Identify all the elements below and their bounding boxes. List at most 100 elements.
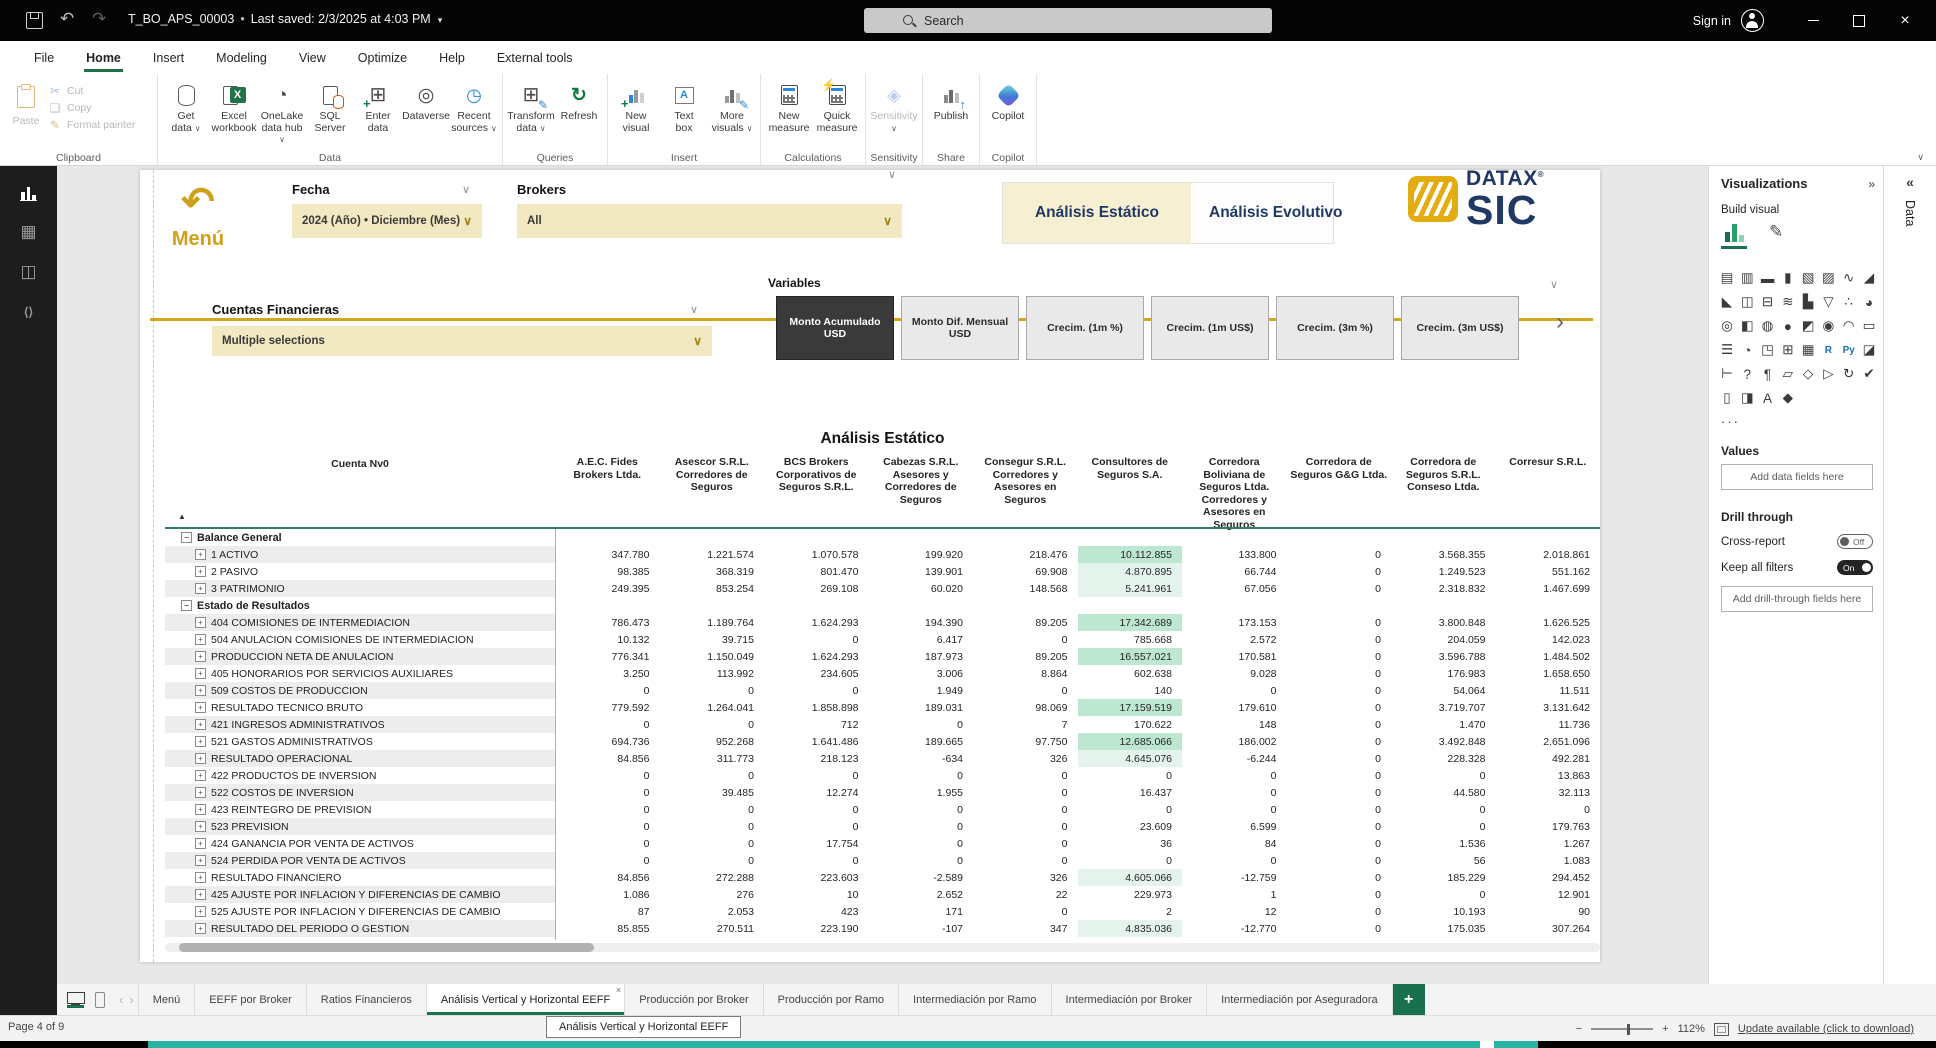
page-tab-6[interactable]: Producción por Ramo [764, 984, 899, 1015]
cuentas-dropdown[interactable]: Multiple selections∨ [212, 326, 712, 356]
brokers-section-caret-icon[interactable]: ∨ [888, 168, 896, 181]
expand-icon[interactable]: + [195, 872, 206, 883]
area-chart-icon[interactable]: ◢ [1859, 266, 1879, 290]
table-row[interactable]: +405 HONORARIOS POR SERVICIOS AUXILIARES… [165, 665, 1600, 682]
page-tab-1[interactable]: Menú [138, 984, 196, 1015]
close-button[interactable]: × [1882, 0, 1928, 41]
variable-button-2[interactable]: Monto Dif. Mensual USD [901, 296, 1019, 360]
column-header[interactable]: Consultores de Seguros S.A. [1078, 454, 1183, 533]
stacked-bar-chart-icon[interactable]: ▤ [1717, 266, 1737, 290]
expand-icon[interactable]: + [195, 736, 206, 747]
column-header[interactable]: A.E.C. Fides Brokers Ltda. [555, 454, 660, 533]
expand-icon[interactable]: + [195, 821, 206, 832]
cut-button[interactable]: ✂Cut [48, 84, 135, 98]
more-visuals-button[interactable]: ✎Morevisuals ∨ [708, 76, 756, 134]
table-row[interactable]: +423 REINTEGRO DE PREVISION0000000000 [165, 801, 1600, 818]
row-label[interactable]: +504 ANULACION COMISIONES DE INTERMEDIAC… [165, 631, 555, 648]
custom-visual-icon[interactable]: ◆ [1778, 386, 1798, 410]
row-label[interactable]: +RESULTADO TECNICO BRUTO [165, 699, 555, 716]
ribbon-chart-icon[interactable]: ≋ [1778, 290, 1798, 314]
zoom-level[interactable]: 112% [1678, 1023, 1705, 1035]
table-row[interactable]: +2 PASIVO98.385368.319801.470139.90169.9… [165, 563, 1600, 580]
expand-icon[interactable]: + [195, 838, 206, 849]
dax-query-view-icon[interactable]: ⟨⟩ [0, 292, 57, 332]
expand-icon[interactable]: + [195, 634, 206, 645]
expand-icon[interactable]: + [195, 855, 206, 866]
desktop-layout-icon[interactable] [67, 992, 85, 1008]
mobile-layout-icon[interactable] [95, 992, 105, 1008]
expand-icon[interactable]: + [195, 549, 206, 560]
row-label[interactable]: +424 GANANCIA POR VENTA DE ACTIVOS [165, 835, 555, 852]
slicer-icon[interactable]: ◳ [1758, 338, 1778, 362]
treemap-icon[interactable]: ◧ [1737, 314, 1757, 338]
expand-icon[interactable]: + [195, 668, 206, 679]
gauge-icon[interactable]: ◠ [1839, 314, 1859, 338]
menu-tab-insert[interactable]: Insert [137, 41, 200, 74]
kpi-icon[interactable]: ◔ [1737, 338, 1757, 362]
table-row[interactable]: −Estado de Resultados [165, 597, 1600, 614]
column-header[interactable]: Cabezas S.R.L. Asesores y Corredores de … [869, 454, 974, 533]
row-label[interactable]: +522 COSTOS DE INVERSION [165, 784, 555, 801]
row-label[interactable]: +404 COMISIONES DE INTERMEDIACION [165, 614, 555, 631]
row-label[interactable]: +RESULTADO FINANCIERO [165, 869, 555, 886]
fit-to-page-icon[interactable] [1714, 1023, 1729, 1036]
row-label[interactable]: +RESULTADO DEL PERIODO O GESTION [165, 920, 555, 937]
close-tab-icon[interactable]: × [616, 985, 621, 995]
row-label[interactable]: +421 INGRESOS ADMINISTRATIVOS [165, 716, 555, 733]
row-label[interactable]: −Estado de Resultados [165, 597, 555, 614]
prev-page-icon[interactable]: ‹ [119, 992, 123, 1007]
page-tab-3[interactable]: Ratios Financieros [307, 984, 427, 1015]
line-clustered-column-chart-icon[interactable]: ⊟ [1758, 290, 1778, 314]
table-row[interactable]: −Balance General [165, 529, 1600, 546]
get-data-button[interactable]: Getdata ∨ [162, 76, 210, 134]
table-row[interactable]: +425 AJUSTE POR INFLACION Y DIFERENCIAS … [165, 886, 1600, 903]
variable-button-3[interactable]: Crecim. (1m %) [1026, 296, 1144, 360]
account-avatar-icon[interactable] [1741, 9, 1764, 32]
variable-button-6[interactable]: Crecim. (3m US$) [1401, 296, 1519, 360]
sql-server-button[interactable]: SQLServer [306, 76, 354, 134]
row-label[interactable]: +524 PERDIDA POR VENTA DE ACTIVOS [165, 852, 555, 869]
cuentas-section-caret-icon[interactable]: ∨ [690, 303, 698, 316]
page-tab-4[interactable]: Análisis Vertical y Horizontal EEFF× [427, 984, 625, 1015]
table-view-icon[interactable]: ▦ [0, 212, 57, 252]
zoom-slider[interactable] [1591, 1028, 1653, 1029]
sign-in-button[interactable]: Sign in [1693, 14, 1731, 28]
variables-next-icon[interactable]: › [1556, 308, 1564, 336]
column-header[interactable]: BCS Brokers Corporativos de Seguros S.R.… [764, 454, 869, 533]
decomposition-tree-icon[interactable]: ⊢ [1717, 362, 1737, 386]
paste-button[interactable]: Paste [4, 80, 48, 132]
report-view-icon[interactable] [0, 172, 57, 212]
qa-visual-icon[interactable]: ? [1737, 362, 1757, 386]
azure-map-icon[interactable]: ◉ [1818, 314, 1838, 338]
pie-chart-icon[interactable]: ◕ [1859, 290, 1879, 314]
expand-icon[interactable]: + [195, 770, 206, 781]
onelake-data-hub-button[interactable]: ◔OneLakedata hub ∨ [258, 76, 306, 146]
keep-filters-toggle[interactable]: On [1837, 560, 1873, 575]
copy-button[interactable]: ❏Copy [48, 101, 135, 115]
menu-tab-modeling[interactable]: Modeling [200, 41, 283, 74]
column-header[interactable]: Corresur S.R.L. [1496, 454, 1601, 533]
format-painter-button[interactable]: ✎Format painter [48, 118, 135, 132]
menu-tab-external-tools[interactable]: External tools [481, 41, 589, 74]
brokers-dropdown[interactable]: All∨ [517, 204, 902, 238]
update-available-link[interactable]: Update available (click to download) [1738, 1023, 1914, 1035]
redo-icon[interactable]: ↷ [92, 9, 106, 29]
menu-tab-view[interactable]: View [283, 41, 342, 74]
sort-arrow-icon[interactable]: ▲ [178, 512, 186, 521]
table-row[interactable]: +RESULTADO TECNICO BRUTO779.5921.264.041… [165, 699, 1600, 716]
format-visual-tab[interactable]: ✎ [1769, 222, 1783, 249]
zoom-slider-thumb[interactable] [1627, 1024, 1630, 1035]
refresh-button[interactable]: ↻Refresh [555, 76, 603, 123]
row-label[interactable]: +521 GASTOS ADMINISTRATIVOS [165, 733, 555, 750]
fecha-section-caret-icon[interactable]: ∨ [462, 183, 470, 196]
sensitivity-button[interactable]: ◈Sensitivity ∨ [870, 76, 918, 134]
stacked-column-chart-icon[interactable]: ▥ [1737, 266, 1757, 290]
100-stacked-column-chart-icon[interactable]: ▨ [1818, 266, 1838, 290]
excel-workbook-button[interactable]: XExcelworkbook [210, 76, 258, 134]
menu-back-button[interactable]: Menú [162, 228, 234, 251]
text-box-button[interactable]: ATextbox [660, 76, 708, 134]
funnel-chart-icon[interactable]: ▽ [1818, 290, 1838, 314]
power-apps-icon[interactable]: ▷ [1818, 362, 1838, 386]
next-page-icon[interactable]: › [129, 992, 133, 1007]
filled-map-icon[interactable]: ● [1778, 314, 1798, 338]
